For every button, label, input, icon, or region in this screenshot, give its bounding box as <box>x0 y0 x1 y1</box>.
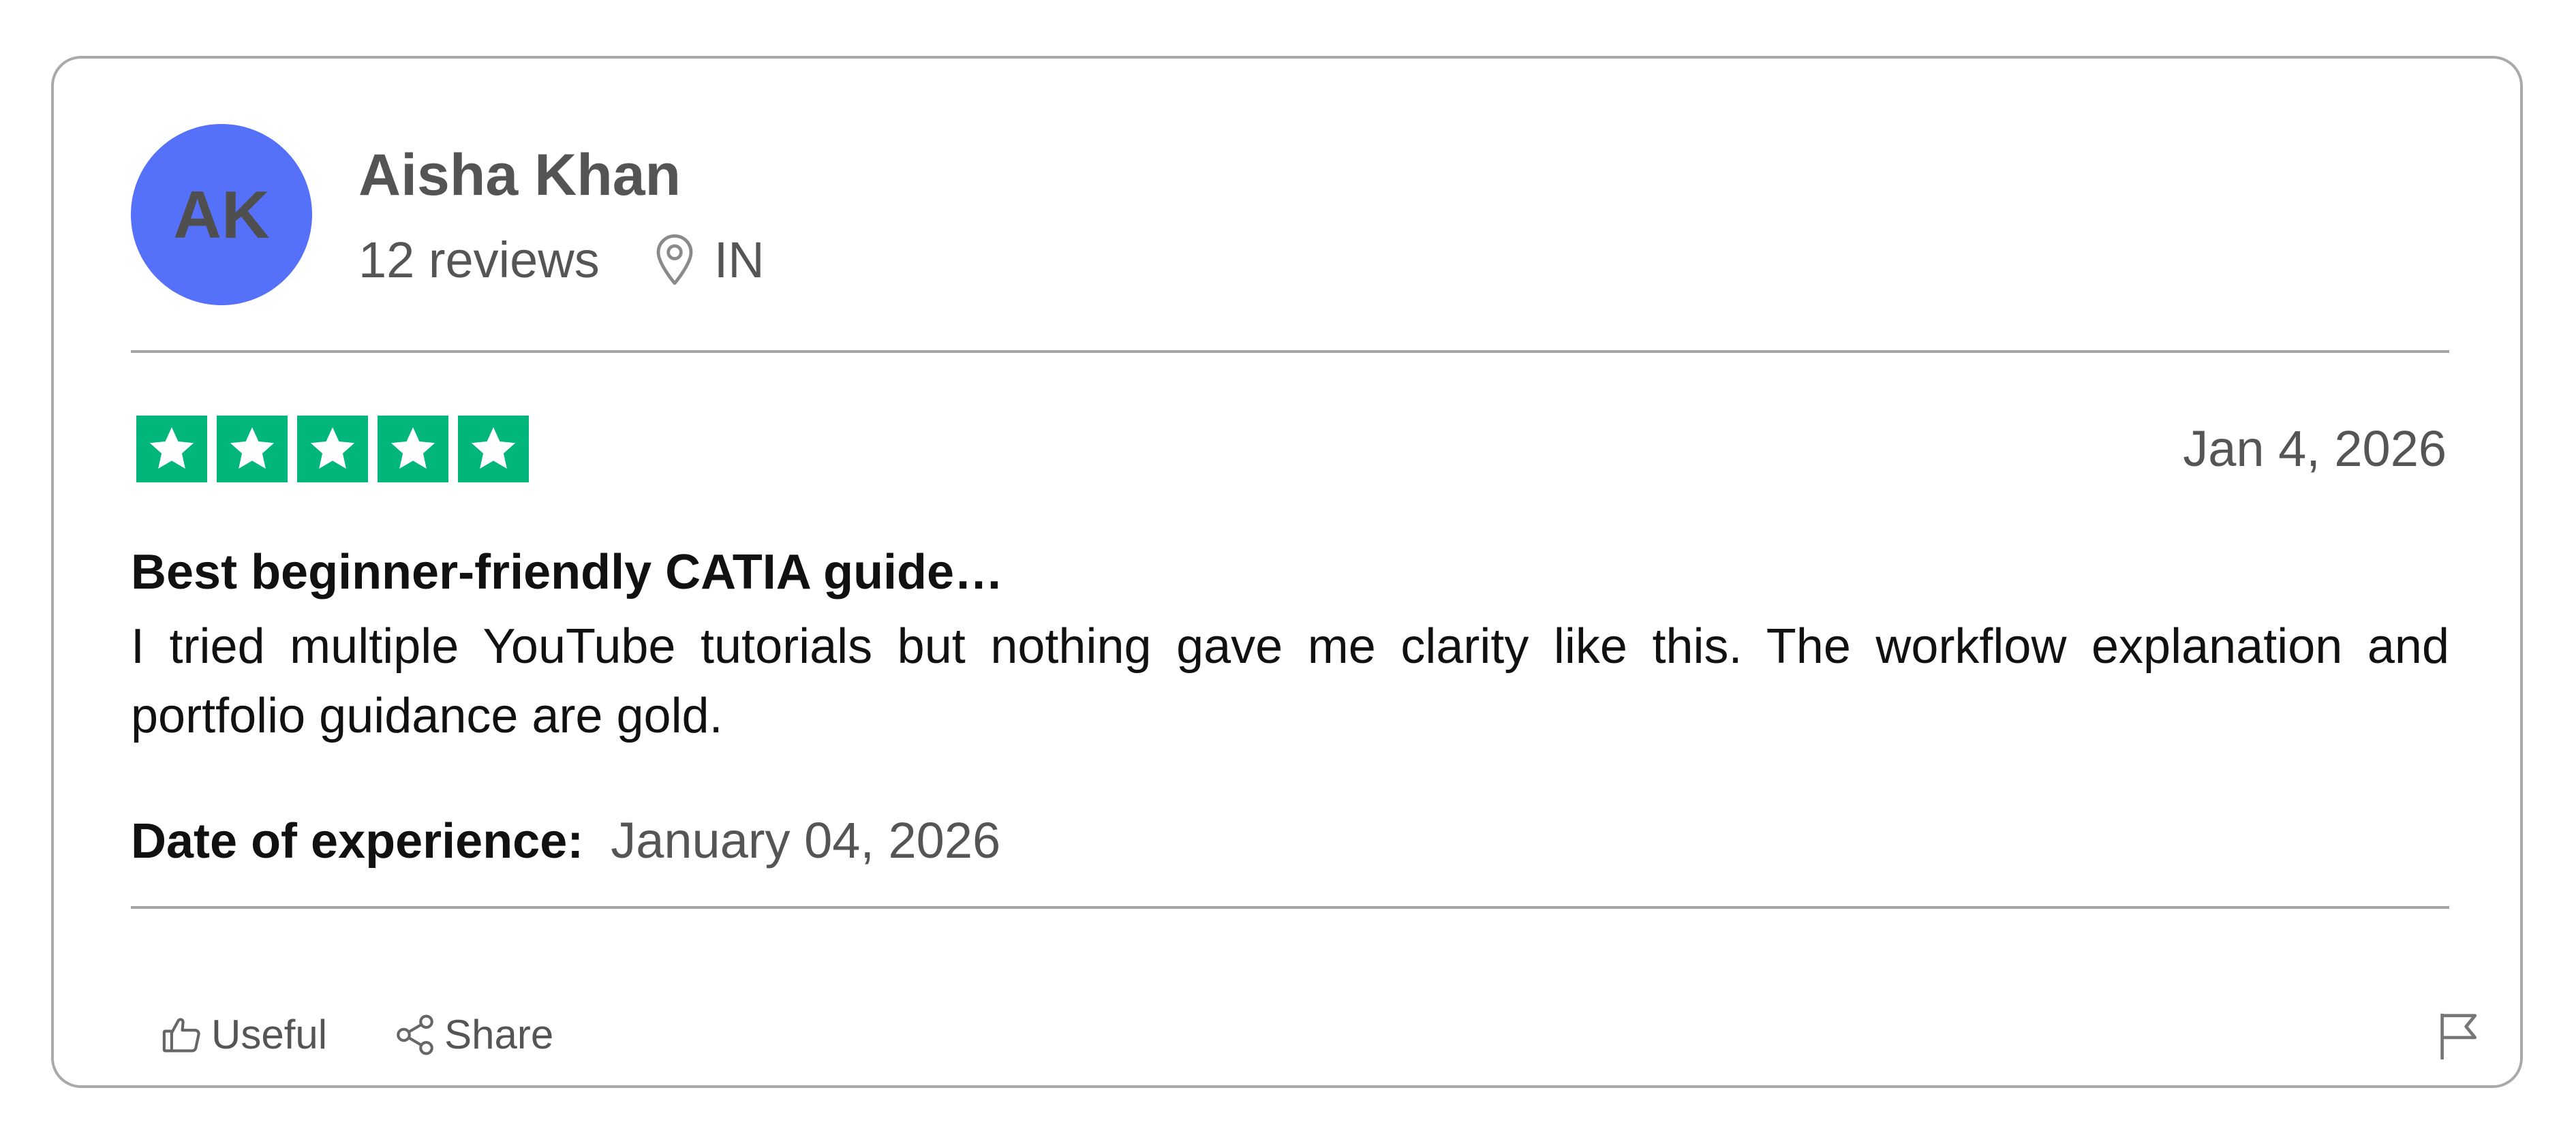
star-icon <box>230 427 275 469</box>
star-2 <box>217 416 288 482</box>
thumbs-up-icon <box>162 1017 200 1052</box>
star-3 <box>297 416 368 482</box>
reviewer-location: IN <box>714 231 765 288</box>
star-icon <box>471 427 516 469</box>
useful-button[interactable]: Useful <box>159 1011 327 1058</box>
review-title[interactable]: Best beginner-friendly CATIA guide… <box>131 548 1003 597</box>
star-rating <box>136 416 529 482</box>
star-icon <box>310 427 355 469</box>
experience-date: January 04, 2026 <box>611 812 1001 869</box>
reviewer-name[interactable]: Aisha Khan <box>358 146 681 204</box>
footer-divider <box>131 906 2449 909</box>
review-card: AK Aisha Khan 12 reviews IN Jan 4, 2026 … <box>51 56 2523 1088</box>
reviews-count: 12 reviews <box>358 231 600 288</box>
date-of-experience: Date of experience: January 04, 2026 <box>131 811 1000 869</box>
review-actions: Useful Share <box>159 1011 553 1058</box>
share-button[interactable]: Share <box>393 1011 553 1058</box>
share-icon <box>397 1014 433 1055</box>
review-body: I tried multiple YouTube tutorials but n… <box>131 619 2449 743</box>
useful-label: Useful <box>211 1012 328 1057</box>
map-pin-icon <box>656 234 693 285</box>
review-date: Jan 4, 2026 <box>2183 420 2447 477</box>
header-divider <box>131 350 2449 353</box>
star-icon <box>149 427 194 469</box>
star-icon <box>390 427 435 469</box>
star-5 <box>458 416 529 482</box>
reviewer-meta: 12 reviews IN <box>358 229 765 290</box>
flag-icon[interactable] <box>2436 1010 2481 1061</box>
avatar-initials: AK <box>173 176 270 252</box>
avatar: AK <box>131 124 312 305</box>
star-4 <box>378 416 448 482</box>
share-label: Share <box>444 1012 554 1057</box>
star-1 <box>136 416 207 482</box>
experience-label: Date of experience: <box>131 814 584 869</box>
